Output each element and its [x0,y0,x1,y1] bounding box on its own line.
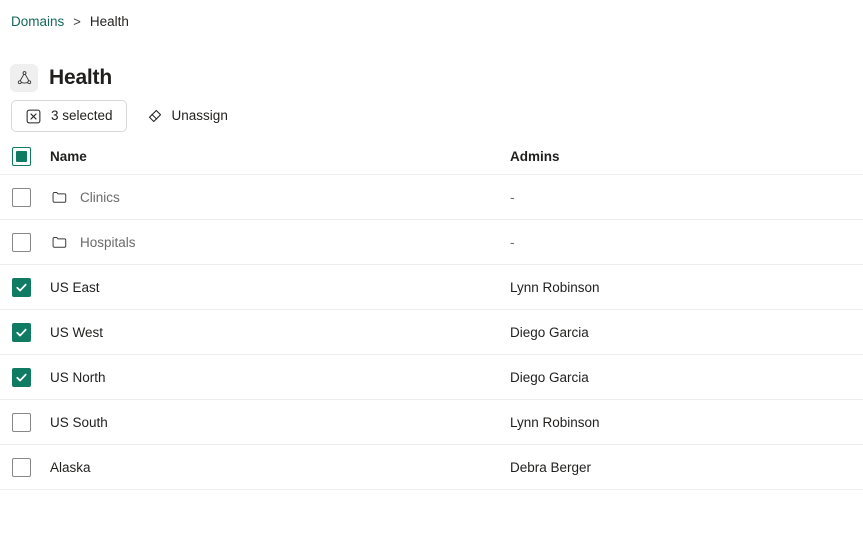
cell-admins: - [510,235,863,250]
domains-table: Name Admins Clinics - Hospitals - US East Lyn… [0,139,863,490]
cell-admins: Lynn Robinson [510,415,863,430]
select-all-cell [12,147,50,166]
row-name-label: US South [50,415,108,430]
cell-name: US North [50,370,510,385]
breadcrumb-link-domains[interactable]: Domains [11,13,64,31]
domain-network-icon [10,64,38,92]
column-header-admins[interactable]: Admins [510,149,863,164]
cell-name: Clinics [50,188,510,206]
unassign-button[interactable]: Unassign [139,100,235,132]
row-name-label: US West [50,325,103,340]
row-select-cell [12,278,50,297]
column-header-name[interactable]: Name [50,149,510,164]
folder-icon [50,233,68,251]
breadcrumb-separator: > [73,13,81,31]
table-row[interactable]: Alaska Debra Berger [0,445,863,490]
row-select-cell [12,323,50,342]
cell-admins: Diego Garcia [510,370,863,385]
domain-detail-page: Domains > Health Health 3 selected [0,0,863,541]
row-select-cell [12,188,50,207]
selection-count-label: 3 selected [51,109,113,123]
folder-icon [50,188,68,206]
table-row[interactable]: Clinics - [0,175,863,220]
row-checkbox[interactable] [12,323,31,342]
table-row[interactable]: US East Lynn Robinson [0,265,863,310]
row-checkbox[interactable] [12,188,31,207]
cell-name: Alaska [50,460,510,475]
cell-admins: Diego Garcia [510,325,863,340]
row-name-label: Clinics [80,190,120,205]
cell-name: US South [50,415,510,430]
page-header: Health [10,52,112,104]
cell-name: US East [50,280,510,295]
row-name-label: Hospitals [80,235,136,250]
page-title: Health [49,66,112,90]
cell-admins: Debra Berger [510,460,863,475]
table-row[interactable]: US North Diego Garcia [0,355,863,400]
breadcrumb-current-health: Health [90,13,129,31]
row-checkbox[interactable] [12,458,31,477]
clear-selection-icon [25,108,42,125]
row-select-cell [12,233,50,252]
breadcrumb: Domains > Health [11,13,129,31]
cell-admins: - [510,190,863,205]
selection-count-button[interactable]: 3 selected [11,100,127,132]
row-checkbox[interactable] [12,278,31,297]
eraser-icon [146,108,163,125]
row-name-label: US North [50,370,106,385]
cell-name: Hospitals [50,233,510,251]
row-checkbox[interactable] [12,413,31,432]
command-bar: 3 selected Unassign [11,100,235,132]
row-select-cell [12,458,50,477]
table-header-row: Name Admins [0,139,863,175]
table-row[interactable]: US West Diego Garcia [0,310,863,355]
unassign-label: Unassign [172,109,228,123]
row-select-cell [12,368,50,387]
row-name-label: Alaska [50,460,91,475]
row-select-cell [12,413,50,432]
table-body: Clinics-Hospitals-US EastLynn RobinsonUS… [0,175,863,490]
table-row[interactable]: Hospitals - [0,220,863,265]
cell-admins: Lynn Robinson [510,280,863,295]
cell-name: US West [50,325,510,340]
row-checkbox[interactable] [12,233,31,252]
row-name-label: US East [50,280,100,295]
table-row[interactable]: US South Lynn Robinson [0,400,863,445]
row-checkbox[interactable] [12,368,31,387]
select-all-checkbox[interactable] [12,147,31,166]
